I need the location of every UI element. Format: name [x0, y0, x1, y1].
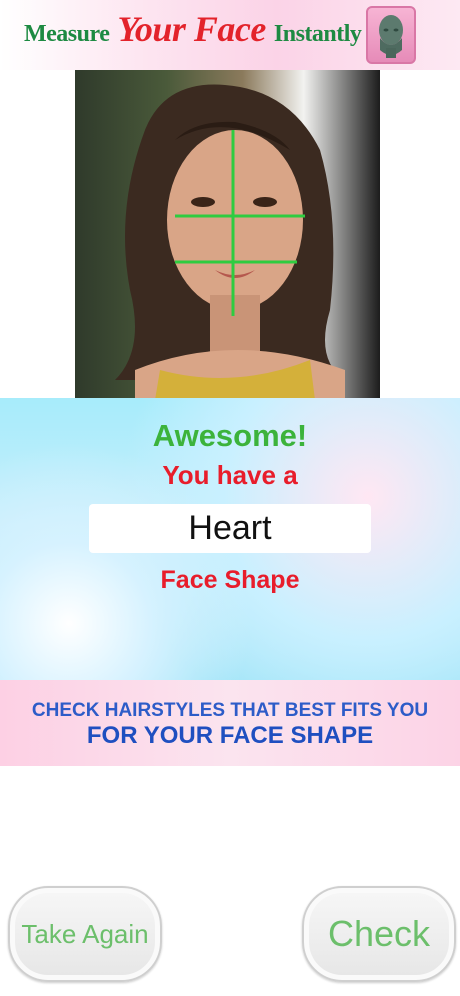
take-again-button[interactable]: Take Again: [8, 886, 162, 982]
face-photo: [75, 70, 380, 400]
awesome-label: Awesome!: [152, 418, 308, 453]
face-shape-result: Heart: [89, 504, 371, 553]
app-header: Measure Your Face Instantly: [0, 0, 460, 70]
you-have-label: You have a: [162, 460, 298, 490]
result-panel: Awesome! You have a Heart Face Shape: [0, 398, 460, 680]
app-title: Measure Your Face Instantly: [24, 8, 362, 64]
check-button[interactable]: Check: [302, 886, 456, 982]
hairstyles-banner[interactable]: CHECK HAIRSTYLES THAT BEST FITS YOU FOR …: [0, 680, 460, 766]
cta-line-1: CHECK HAIRSTYLES THAT BEST FITS YOU: [31, 700, 429, 721]
title-measure: Measure: [24, 21, 110, 47]
face-shape-label: Face Shape: [160, 566, 300, 594]
head-3d-icon[interactable]: [366, 6, 416, 64]
title-instantly: Instantly: [273, 21, 362, 47]
cta-line-2: FOR YOUR FACE SHAPE: [86, 722, 374, 749]
title-your-face: Your Face: [117, 9, 266, 49]
